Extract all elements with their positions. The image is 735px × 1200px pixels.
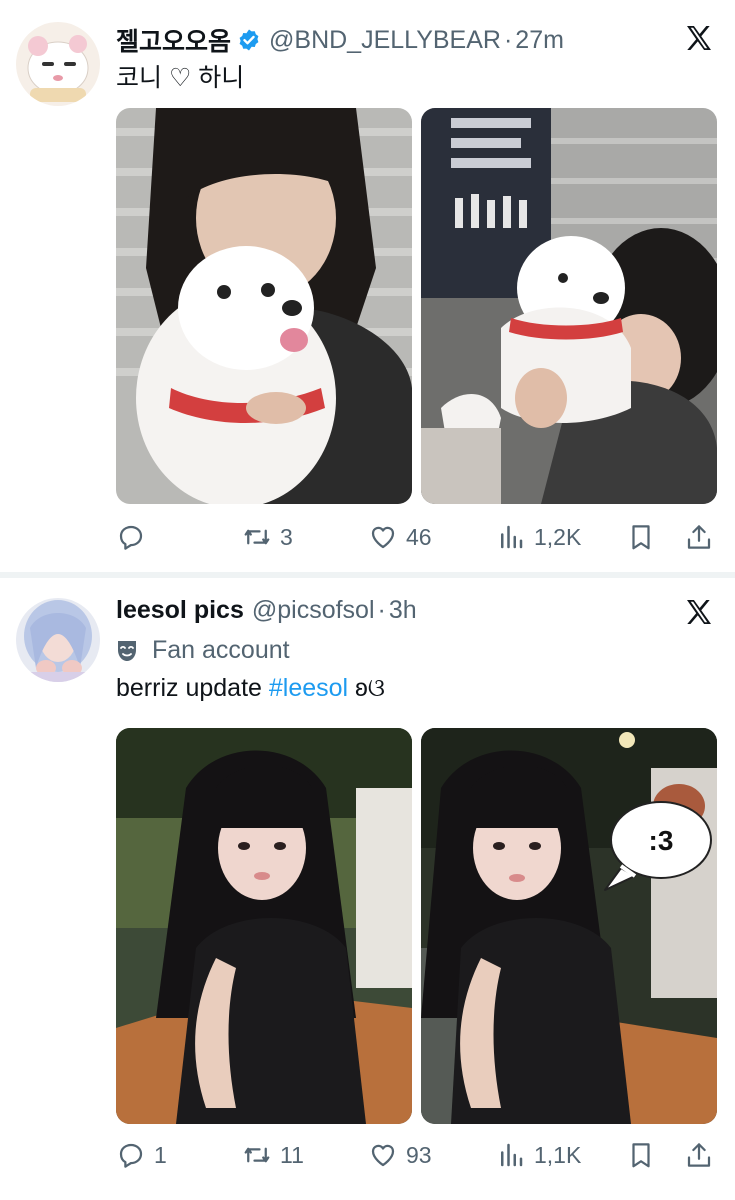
tweet-header: 젤고오오옴 @BND_JELLYBEAR · 27m (116, 22, 564, 58)
bookmark-button[interactable] (626, 1140, 656, 1170)
reply-count: 1 (154, 1141, 167, 1168)
views-icon (501, 525, 523, 549)
share-button[interactable] (684, 1140, 714, 1170)
share-button[interactable] (684, 522, 714, 552)
x-logo-icon[interactable] (683, 22, 715, 54)
tweet-actions: 3 46 1,2K (116, 520, 716, 554)
tweet-photo-1[interactable] (116, 728, 412, 1124)
avatar[interactable] (16, 598, 100, 682)
views-button[interactable]: 1,2K (496, 522, 581, 552)
tweet-text: berriz update #leesol ʚଓ (116, 674, 385, 703)
sticker-text: :3 (649, 825, 674, 856)
reply-button[interactable] (116, 522, 154, 552)
display-name[interactable]: 젤고오오옴 (116, 22, 231, 58)
bookmark-icon (632, 525, 650, 550)
retweet-button[interactable]: 3 (242, 522, 293, 552)
handle[interactable]: @picsofsol (252, 596, 375, 625)
separator-dot: · (377, 596, 386, 624)
timestamp[interactable]: 27m (515, 26, 564, 55)
retweet-icon (244, 529, 270, 545)
display-name[interactable]: leesol pics (116, 596, 244, 625)
reply-icon (119, 525, 143, 550)
tweet-text: 코니 ♡ 하니 (116, 64, 245, 92)
avatar[interactable] (16, 22, 100, 106)
tweet-header: leesol pics @picsofsol · 3h (116, 596, 417, 625)
like-button[interactable]: 93 (368, 1140, 432, 1170)
tweet-photo-2[interactable]: :3 (421, 728, 717, 1124)
fan-account-label: Fan account (152, 636, 290, 664)
x-logo-icon[interactable] (683, 596, 715, 628)
tweet-text-prefix: berriz update (116, 674, 269, 702)
retweet-count: 11 (280, 1141, 304, 1168)
separator-dot: · (503, 25, 513, 54)
views-button[interactable]: 1,1K (496, 1140, 581, 1170)
share-icon (687, 525, 711, 549)
like-count: 46 (406, 523, 432, 550)
bookmark-button[interactable] (626, 522, 656, 552)
views-count: 1,2K (534, 523, 582, 550)
handle[interactable]: @BND_JELLYBEAR (269, 26, 501, 55)
reply-icon (119, 1143, 143, 1168)
like-icon (371, 1144, 395, 1167)
retweet-button[interactable]: 11 (242, 1140, 304, 1170)
fan-account-badge[interactable]: Fan account (116, 636, 290, 665)
hashtag-link[interactable]: #leesol (269, 674, 348, 702)
tweet-text-suffix: ʚଓ (348, 674, 385, 702)
like-count: 93 (406, 1141, 432, 1168)
mask-icon (118, 640, 136, 661)
tweet-1[interactable]: 젤고오오옴 @BND_JELLYBEAR · 27m 코니 ♡ 하니 3 46 … (0, 0, 735, 572)
tweet-photo-2[interactable] (421, 108, 717, 504)
tweet-photo-1[interactable] (116, 108, 412, 504)
retweet-count: 3 (280, 523, 293, 550)
retweet-icon (244, 1147, 270, 1163)
reply-button[interactable]: 1 (116, 1140, 167, 1170)
verified-badge-icon (239, 29, 259, 51)
bookmark-icon (632, 1143, 650, 1168)
like-icon (371, 526, 395, 549)
like-button[interactable]: 46 (368, 522, 432, 552)
tweet-actions: 1 11 93 1,1K (116, 1138, 716, 1172)
tweet-2[interactable]: leesol pics @picsofsol · 3h Fan account … (0, 578, 735, 1200)
share-icon (687, 1143, 711, 1167)
views-icon (501, 1143, 523, 1167)
views-count: 1,1K (534, 1141, 582, 1168)
timestamp[interactable]: 3h (389, 596, 417, 625)
